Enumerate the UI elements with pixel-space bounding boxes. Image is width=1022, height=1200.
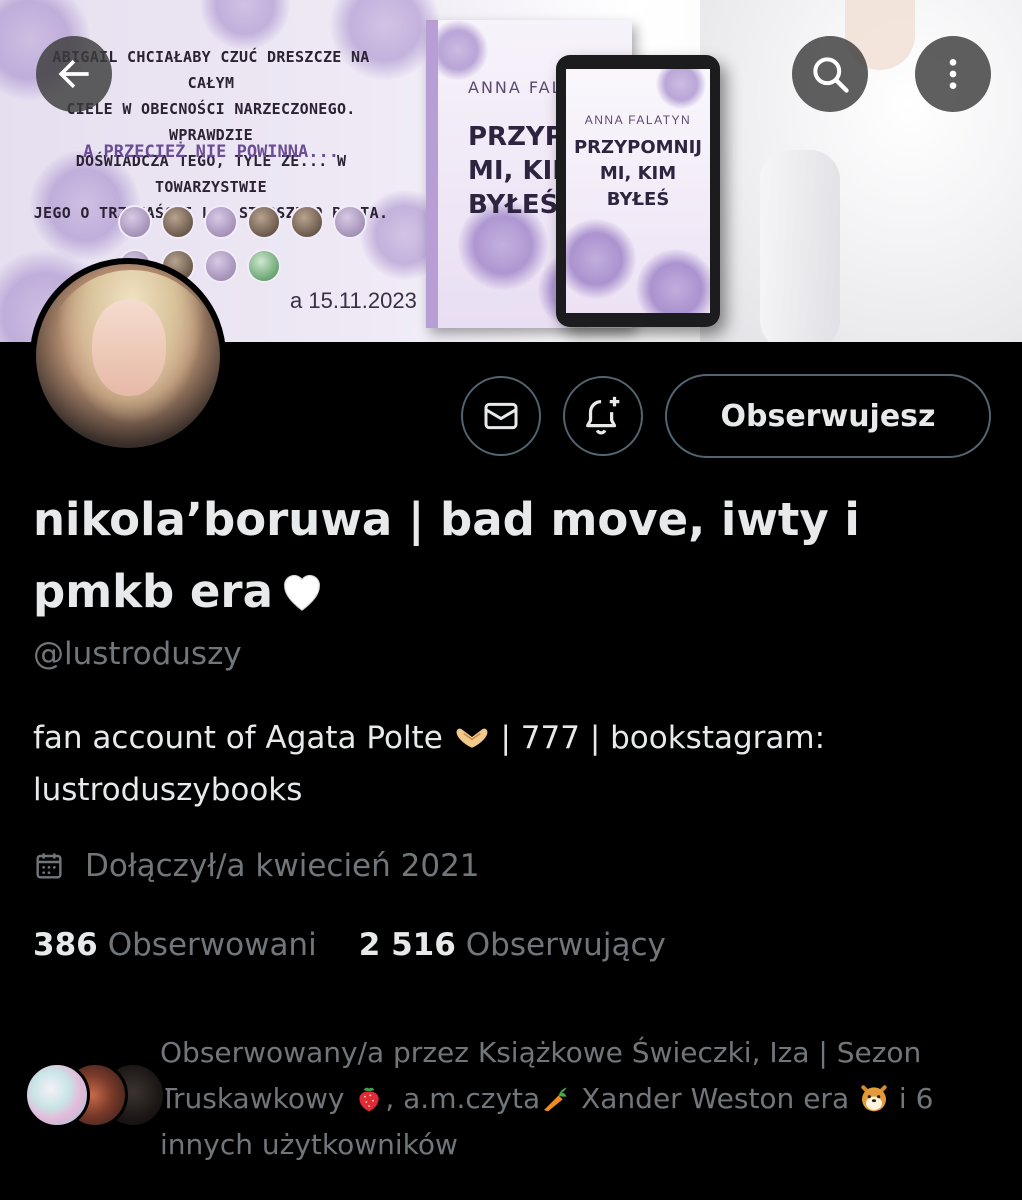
followers-stat[interactable]: 2 516 Obserwujący (359, 927, 666, 963)
display-name-text: nikola’boruwa | bad move, iwty i pmkb er… (33, 493, 860, 618)
followed-by-part: , a.m.czyta (385, 1082, 541, 1115)
banner-release-date: a 15.11.2023 (290, 288, 417, 313)
followers-count: 2 516 (358, 927, 456, 963)
more-options-button[interactable] (915, 36, 991, 112)
patron-avatar (204, 249, 238, 283)
notifications-button[interactable] (563, 376, 643, 456)
join-date-text: Dołączył/a kwiecień 2021 (85, 848, 480, 884)
patron-avatar (290, 205, 324, 239)
tablet-title-line: MI, KIM (599, 163, 677, 184)
join-date: Dołączył/a kwiecień 2021 (33, 848, 480, 884)
strawberry-icon (359, 1087, 379, 1112)
heart-hands-icon (456, 728, 488, 748)
search-icon (813, 57, 849, 93)
patron-avatar (247, 249, 281, 283)
followed-by-part: Xander Weston era (572, 1082, 858, 1115)
flower-decoration (200, 0, 290, 50)
following-label: Obserwowani (107, 927, 317, 963)
profile-avatar[interactable] (30, 258, 226, 454)
mutual-follower-avatar (24, 1062, 90, 1128)
more-vertical-icon (949, 59, 957, 89)
flower-decoration (438, 20, 488, 80)
following-count: 386 (33, 927, 98, 963)
flower-decoration (636, 249, 710, 313)
patron-avatar (118, 205, 152, 239)
tablet-title-line: PRZYPOMNIJ (573, 137, 702, 158)
followers-label: Obserwujący (465, 927, 666, 963)
follow-stats: 386 Obserwowani 2 516 Obserwujący (33, 927, 666, 963)
banner-quote: A PRZECIEŻ NIE POWINNA... (83, 142, 339, 162)
back-button[interactable] (36, 36, 112, 112)
carrot-icon (544, 1087, 567, 1112)
white-heart-icon (284, 575, 320, 611)
arrow-left-icon (58, 59, 89, 89)
flower-decoration (566, 219, 636, 299)
ebook-tablet: ANNA FALATYN PRZYPOMNIJ MI, KIM BYŁEŚ (556, 55, 720, 327)
display-name: nikola’boruwa | bad move, iwty i pmkb er… (33, 484, 993, 628)
bio-text: fan account of Agata Polte (33, 720, 443, 756)
message-button[interactable] (461, 376, 541, 456)
bell-plus-icon (586, 396, 620, 435)
patron-avatar (161, 205, 195, 239)
patron-avatar (204, 205, 238, 239)
avatar-face (92, 300, 166, 396)
search-button[interactable] (792, 36, 868, 112)
banner-model-arm (760, 150, 840, 342)
username-handle: @lustroduszy (33, 636, 242, 672)
patron-avatar (247, 205, 281, 239)
profile-bio: fan account of Agata Polte | 777 | books… (33, 712, 993, 816)
following-stat[interactable]: 386 Obserwowani (33, 927, 317, 963)
following-button[interactable]: Obserwujesz (665, 374, 991, 458)
envelope-icon (484, 402, 518, 430)
followed-by-text[interactable]: Obserwowany/a przez Książkowe Świeczki, … (160, 1030, 1000, 1168)
flower-decoration (656, 69, 706, 109)
tablet-book-title: PRZYPOMNIJ MI, KIM BYŁEŚ (566, 135, 710, 213)
tablet-screen: ANNA FALATYN PRZYPOMNIJ MI, KIM BYŁEŚ (566, 69, 710, 313)
mutual-followers-avatars[interactable] (24, 1062, 166, 1132)
patron-avatar (333, 205, 367, 239)
tablet-title-line: BYŁEŚ (606, 189, 670, 210)
calendar-icon (36, 853, 62, 879)
tablet-book-author: ANNA FALATYN (584, 113, 692, 127)
dog-face-icon (861, 1085, 887, 1112)
